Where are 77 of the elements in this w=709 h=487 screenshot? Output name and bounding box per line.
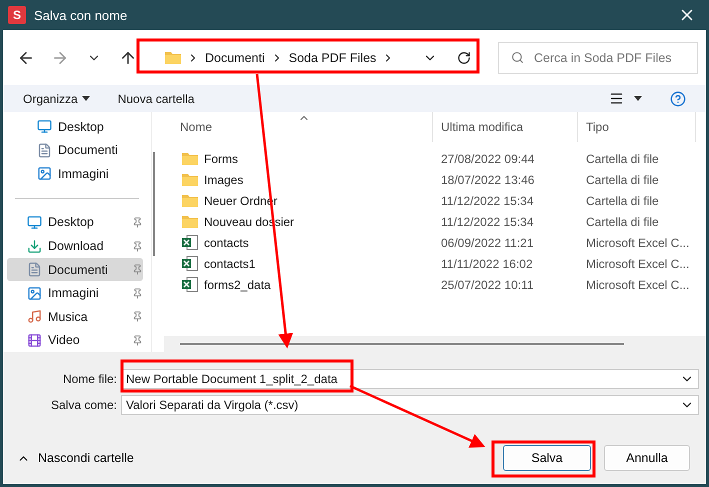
- new-folder-button[interactable]: Nuova cartella: [118, 92, 194, 106]
- view-icon[interactable]: [609, 91, 624, 106]
- type-cell-text: Microsoft Excel C...: [585, 278, 690, 292]
- pin-icon: [132, 240, 143, 252]
- folder-icon: [182, 152, 198, 165]
- column-header[interactable]: Ultima modifica: [433, 112, 578, 142]
- field-label: Nome file:: [62, 372, 117, 386]
- sidebar-item[interactable]: Video: [7, 328, 143, 352]
- search-field[interactable]: Cerca in Soda PDF Files: [498, 42, 698, 74]
- organize-button[interactable]: Organizza: [23, 92, 90, 106]
- picture-icon: [27, 286, 42, 301]
- sidebar-item[interactable]: Immagini: [7, 162, 143, 186]
- save-button[interactable]: Salva: [503, 445, 591, 471]
- sidebar-item[interactable]: Desktop: [7, 115, 143, 139]
- type-cell-text: Microsoft Excel C...: [585, 256, 690, 270]
- pin-icon: [132, 334, 143, 346]
- desktop-icon: [37, 119, 52, 134]
- scrollbar-thumb[interactable]: [153, 152, 155, 256]
- app-icon: S: [8, 6, 26, 24]
- address-bar[interactable]: Documenti Soda PDF Files: [157, 42, 479, 72]
- pin-icon: [132, 288, 143, 299]
- sidebar-item[interactable]: Download: [7, 234, 143, 258]
- spreadsheet-icon: [182, 277, 198, 292]
- filename-field[interactable]: New Portable Document 1_split_2_data: [121, 369, 699, 389]
- field-label: Salva come:: [50, 398, 117, 412]
- type-cell-text: Cartella di file: [585, 194, 660, 208]
- file-name-cell[interactable]: contacts1: [164, 256, 433, 271]
- pin-icon: [132, 264, 143, 276]
- help-icon[interactable]: [670, 90, 686, 106]
- date-cell-text: 18/07/2022 13:46: [440, 172, 536, 186]
- refresh-icon[interactable]: [457, 50, 471, 64]
- scrollbar-thumb[interactable]: [180, 343, 624, 345]
- date-cell-text: 27/08/2022 09:44: [440, 152, 536, 166]
- breadcrumb[interactable]: Soda PDF Files: [288, 50, 376, 64]
- folder-icon: [165, 51, 181, 64]
- search-icon: [511, 51, 524, 64]
- type-cell-text: Microsoft Excel C...: [585, 236, 690, 250]
- date-cell-text: 11/11/2022 16:02: [440, 256, 534, 270]
- breadcrumb[interactable]: Documenti: [205, 50, 265, 64]
- pin-icon: [132, 216, 143, 228]
- file-name-cell[interactable]: Forms: [164, 152, 433, 166]
- cancel-button[interactable]: Annulla: [604, 445, 690, 471]
- caret-icon: [82, 96, 90, 101]
- column-header[interactable]: Nome: [164, 112, 433, 142]
- download-icon: [27, 238, 42, 254]
- sidebar-item[interactable]: Desktop: [7, 210, 143, 234]
- date-cell-text: 11/12/2022 15:34: [440, 214, 535, 228]
- type-cell-text: Cartella di file: [585, 214, 660, 228]
- desktop-icon: [27, 214, 42, 230]
- caret-icon[interactable]: [634, 96, 642, 101]
- video-icon: [27, 332, 42, 348]
- file-name-cell[interactable]: forms2_data: [164, 277, 433, 292]
- date-cell-text: 11/12/2022 15:34: [440, 194, 535, 208]
- column-header[interactable]: Tipo: [578, 112, 696, 142]
- folder-icon: [182, 173, 198, 186]
- sidebar-item[interactable]: Musica: [7, 304, 143, 328]
- folder-icon: [182, 194, 198, 207]
- type-cell-text: Cartella di file: [585, 152, 660, 166]
- file-type-dropdown[interactable]: Valori Separati da Virgola (*.csv): [121, 395, 699, 415]
- spreadsheet-icon: [182, 256, 198, 271]
- sidebar-item[interactable]: Documenti: [7, 138, 143, 162]
- file-name-cell[interactable]: Images: [164, 172, 433, 186]
- document-icon: [27, 262, 42, 278]
- type-cell-text: Cartella di file: [585, 172, 660, 186]
- date-cell-text: 06/09/2022 11:21: [440, 236, 535, 250]
- spreadsheet-icon: [182, 235, 198, 250]
- file-name-cell[interactable]: contacts: [164, 235, 433, 250]
- music-icon: [27, 309, 42, 324]
- pin-icon: [132, 311, 143, 322]
- date-cell-text: 25/07/2022 10:11: [440, 278, 535, 292]
- sidebar-item[interactable]: Immagini: [7, 281, 143, 305]
- folder-icon: [182, 215, 198, 228]
- picture-icon: [37, 166, 52, 182]
- window-title: Salva con nome: [34, 8, 128, 22]
- document-icon: [37, 142, 52, 158]
- sidebar-item[interactable]: Documenti: [7, 258, 143, 282]
- hide-folders-button[interactable]: Nascondi cartelle: [17, 451, 134, 465]
